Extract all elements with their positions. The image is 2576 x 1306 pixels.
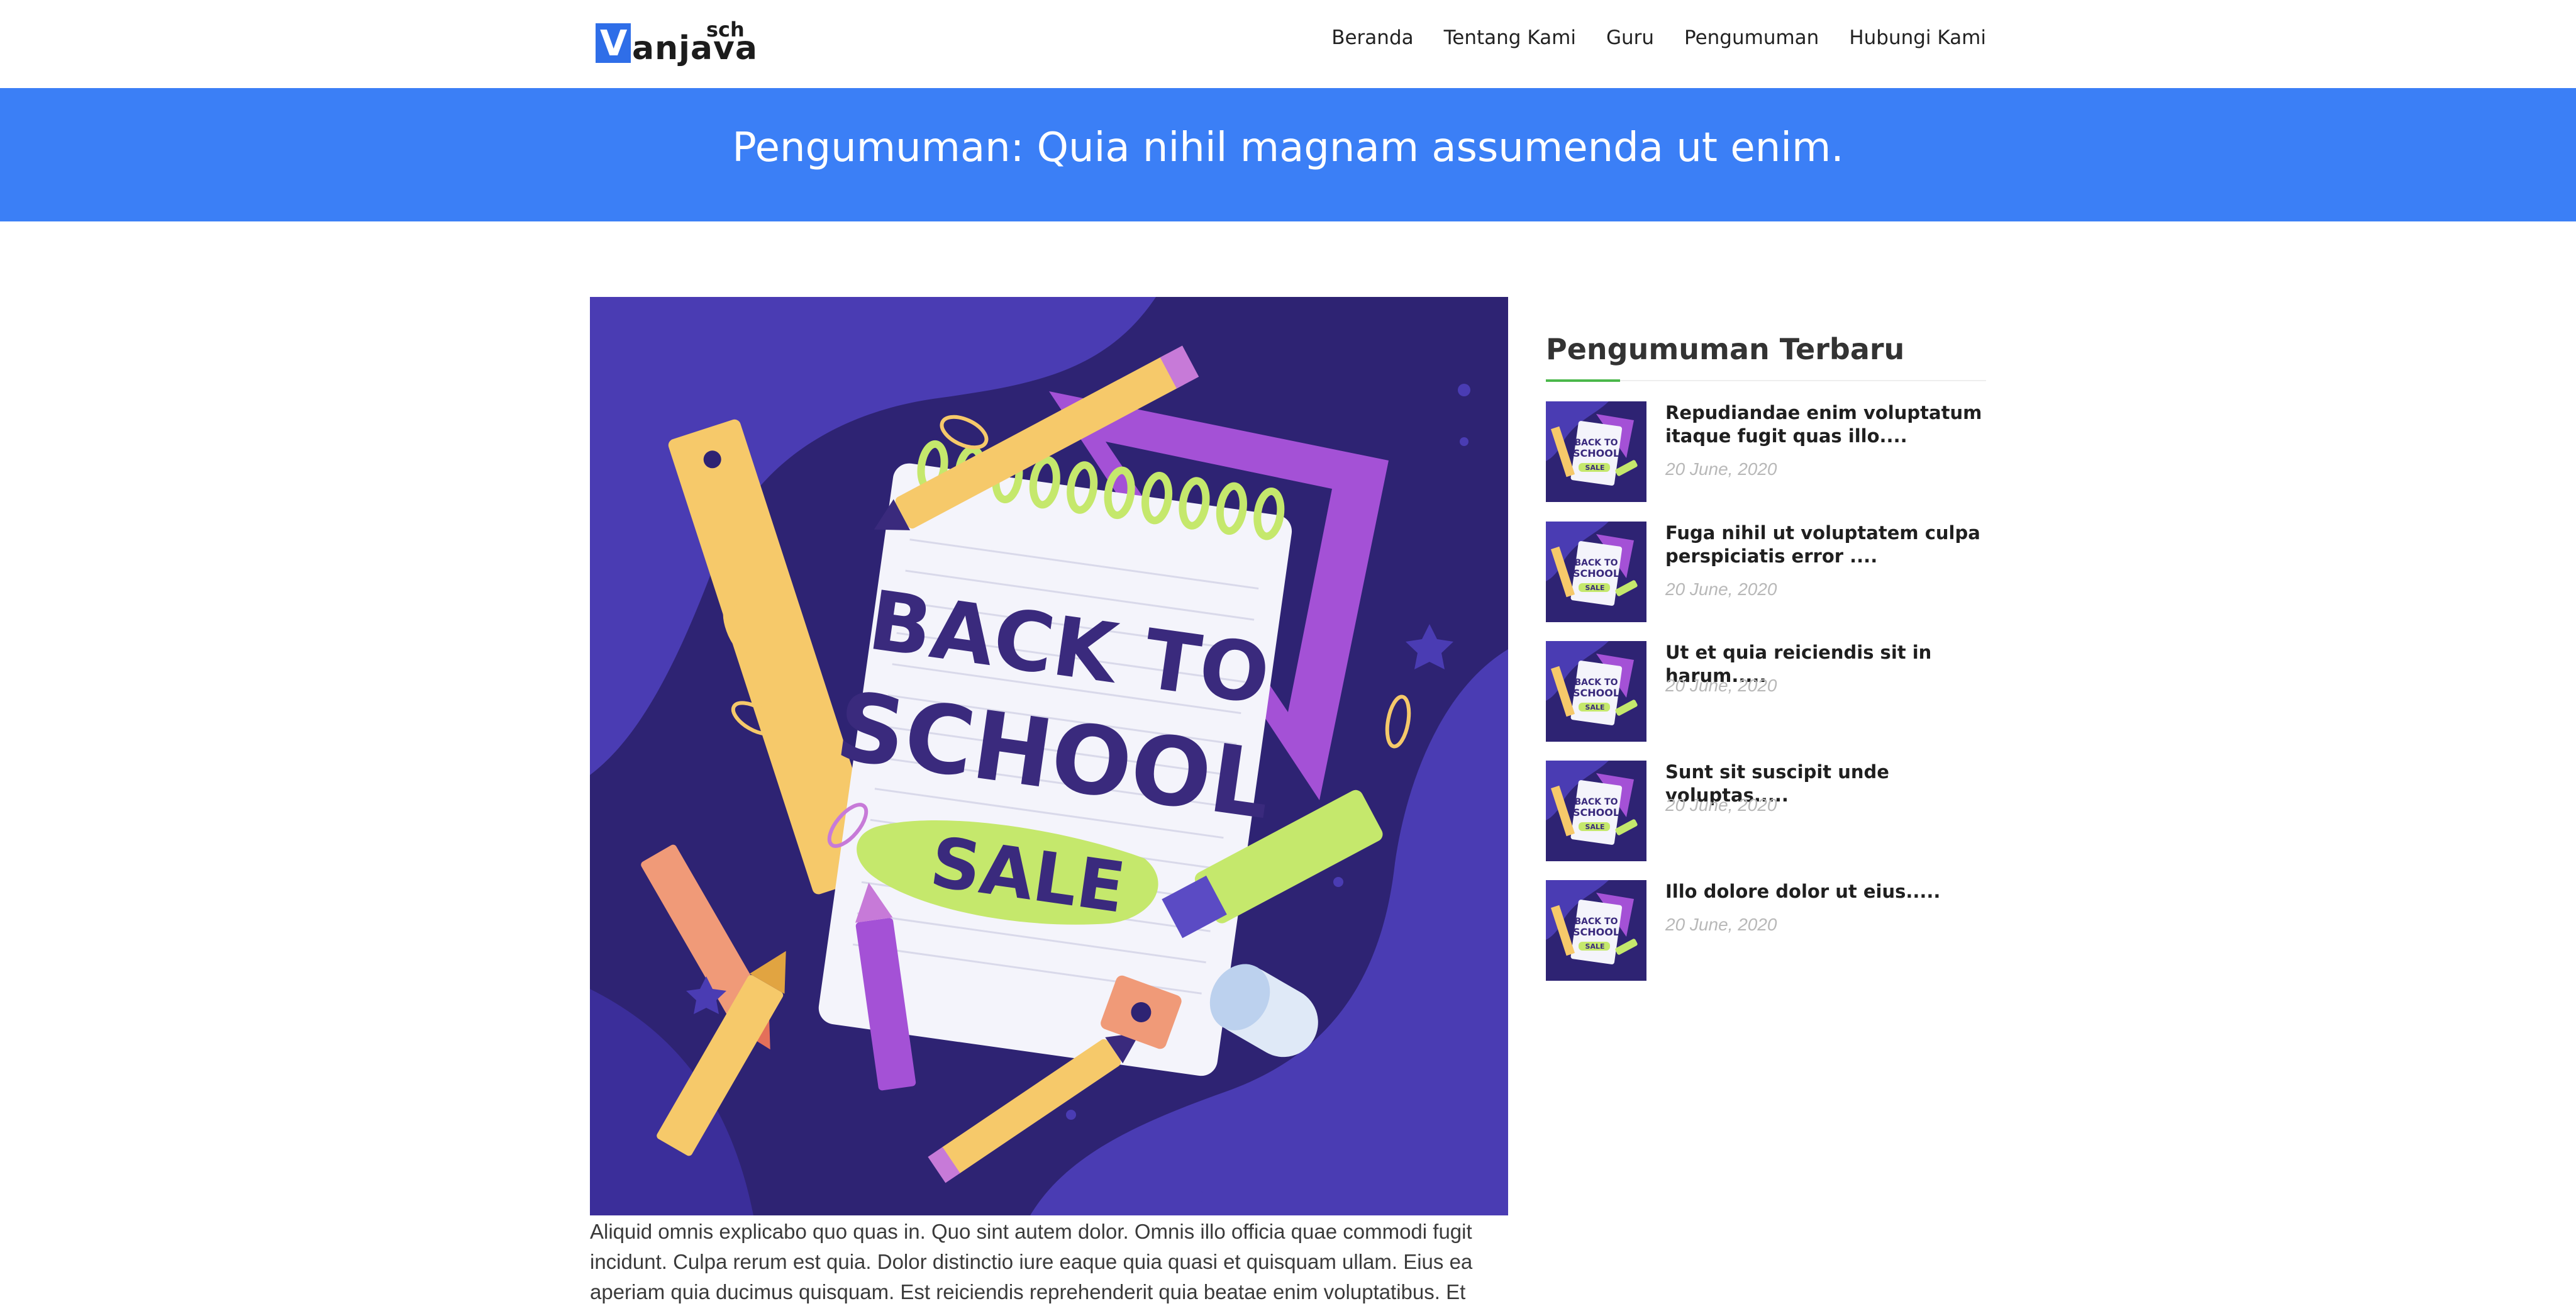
announcement-thumbnail[interactable]: BACK TO SCHOOL SALE — [1546, 641, 1646, 742]
svg-text:BACK TO: BACK TO — [1575, 438, 1618, 448]
site-header: V anjava sch Beranda Tentang Kami Guru P… — [0, 0, 2576, 88]
nav-tentang-kami[interactable]: Tentang Kami — [1444, 26, 1576, 49]
announcement-date: 20 June, 2020 — [1665, 579, 1777, 599]
svg-text:SALE: SALE — [1585, 703, 1605, 712]
nav-pengumuman[interactable]: Pengumuman — [1684, 26, 1819, 49]
svg-text:SCHOOL: SCHOOL — [1573, 926, 1619, 938]
main-nav: Beranda Tentang Kami Guru Pengumuman Hub… — [1331, 26, 1986, 49]
sidebar-title: Pengumuman Terbaru — [1546, 332, 1905, 366]
svg-text:SALE: SALE — [1585, 584, 1605, 592]
svg-text:SALE: SALE — [1585, 464, 1605, 472]
announcement-date: 20 June, 2020 — [1665, 459, 1777, 479]
announcement-item[interactable]: BACK TO SCHOOL SALE Illo dolore dolor ut e… — [1546, 880, 1986, 981]
nav-guru[interactable]: Guru — [1606, 26, 1654, 49]
logo-initial: V — [600, 23, 628, 64]
announcement-item[interactable]: BACK TO SCHOOL SALE Ut et quia reiciendis … — [1546, 641, 1986, 742]
svg-text:SCHOOL: SCHOOL — [1573, 687, 1619, 699]
svg-text:SCHOOL: SCHOOL — [1573, 567, 1619, 579]
announcement-item[interactable]: BACK TO SCHOOL SALE Sunt sit suscipit unde… — [1546, 761, 1986, 861]
announcement-date: 20 June, 2020 — [1665, 676, 1777, 695]
nav-beranda[interactable]: Beranda — [1331, 26, 1413, 49]
svg-text:SALE: SALE — [1585, 942, 1605, 951]
svg-text:BACK TO: BACK TO — [1575, 797, 1618, 807]
svg-text:BACK TO: BACK TO — [1575, 917, 1618, 927]
svg-text:BACK TO: BACK TO — [1575, 678, 1618, 688]
page-banner: Pengumuman: Quia nihil magnam assumenda … — [0, 88, 2576, 221]
announcement-link[interactable]: Repudiandae enim voluptatum itaque fugit… — [1665, 401, 1986, 448]
announcement-thumbnail[interactable]: BACK TO SCHOOL SALE — [1546, 880, 1646, 981]
announcement-image: BACK TO SCHOOL SALE — [590, 297, 1508, 1215]
announcement-thumbnail[interactable]: BACK TO SCHOOL SALE — [1546, 522, 1646, 622]
announcement-item[interactable]: BACK TO SCHOOL SALE Repudiandae enim volup… — [1546, 401, 1986, 502]
announcement-link[interactable]: Fuga nihil ut voluptatem culpa perspicia… — [1665, 522, 1986, 568]
svg-text:SCHOOL: SCHOOL — [1573, 447, 1619, 459]
sidebar-title-accent — [1546, 379, 1620, 382]
page-title: Pengumuman: Quia nihil magnam assumenda … — [732, 125, 1844, 171]
site-logo[interactable]: V anjava sch — [596, 18, 759, 68]
announcement-date: 20 June, 2020 — [1665, 795, 1777, 815]
announcement-thumbnail[interactable]: BACK TO SCHOOL SALE — [1546, 761, 1646, 861]
announcement-item[interactable]: BACK TO SCHOOL SALE Fuga nihil ut voluptat… — [1546, 522, 1986, 622]
logo-superscript: sch — [706, 18, 745, 42]
nav-hubungi-kami[interactable]: Hubungi Kami — [1849, 26, 1986, 49]
announcement-body: Aliquid omnis explicabo quo quas in. Quo… — [590, 1220, 1473, 1303]
svg-text:SCHOOL: SCHOOL — [1573, 806, 1619, 818]
announcement-date: 20 June, 2020 — [1665, 915, 1777, 934]
svg-text:SALE: SALE — [1585, 823, 1605, 831]
svg-text:BACK TO: BACK TO — [1575, 558, 1618, 568]
announcement-thumbnail[interactable]: BACK TO SCHOOL SALE — [1546, 401, 1646, 502]
announcement-link[interactable]: Illo dolore dolor ut eius..... — [1665, 880, 1986, 903]
